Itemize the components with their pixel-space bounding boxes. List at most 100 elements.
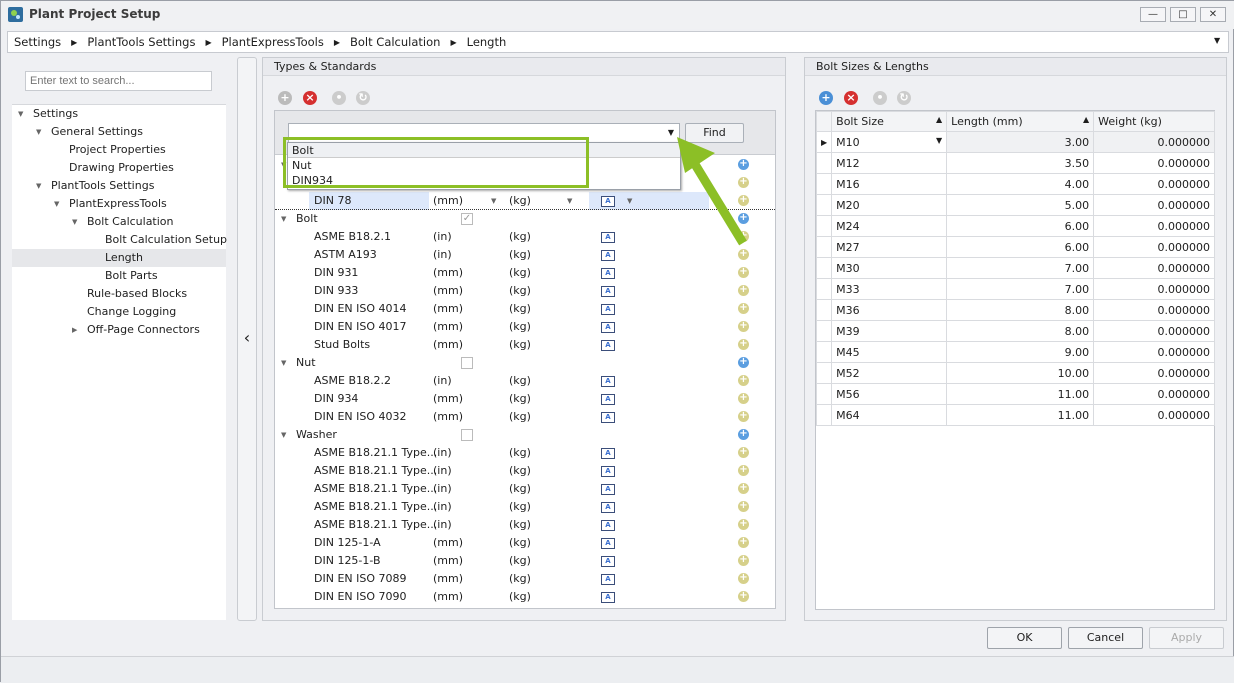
unit-cell[interactable]: (in) (433, 444, 452, 462)
add-size-icon[interactable]: + (738, 267, 749, 278)
table-row[interactable]: M12 3.50 0.000000 (815, 152, 1215, 174)
add-size-icon[interactable]: + (738, 447, 749, 458)
add-item-icon[interactable]: + (738, 429, 749, 440)
text-style-icon[interactable]: A (601, 502, 615, 513)
weight-unit-cell[interactable]: (kg) (509, 192, 531, 210)
standard-row[interactable]: DIN 125-1-B (mm) (kg) A + (275, 552, 775, 570)
weight-cell[interactable]: 0.000000 (1093, 215, 1215, 237)
expand-down-icon[interactable]: ▼ (36, 123, 41, 141)
add-size-icon[interactable]: + (738, 321, 749, 332)
table-row[interactable]: M30 7.00 0.000000 (815, 257, 1215, 279)
table-row[interactable]: M24 6.00 0.000000 (815, 215, 1215, 237)
bolt-size-cell[interactable]: M20 (831, 194, 948, 216)
column-header-length[interactable]: Length (mm) ▲ (946, 111, 1095, 132)
unit-cell[interactable]: (mm) (433, 318, 463, 336)
expand-down-icon[interactable]: ▼ (18, 105, 23, 123)
tree-item[interactable]: Rule-based Blocks (12, 285, 226, 303)
length-cell[interactable]: 3.00 (946, 131, 1095, 153)
breadcrumb-item[interactable]: PlantExpressTools (222, 35, 324, 49)
unit-cell[interactable]: (mm) (433, 300, 463, 318)
weight-unit-cell[interactable]: (kg) (509, 228, 531, 246)
unit-cell[interactable]: (mm) (433, 552, 463, 570)
collapse-panel-button[interactable]: ‹ (237, 57, 257, 621)
expand-down-icon[interactable]: ▼ (72, 213, 77, 231)
weight-cell[interactable]: 0.000000 (1093, 383, 1215, 405)
breadcrumb-item[interactable]: Bolt Calculation (350, 35, 440, 49)
standard-row[interactable]: DIN EN ISO 4017 (mm) (kg) A + (275, 318, 775, 336)
add-size-icon[interactable]: + (738, 537, 749, 548)
bolt-size-cell[interactable]: M56 (831, 383, 948, 405)
add-size-icon[interactable]: + (738, 303, 749, 314)
text-style-icon[interactable]: A (601, 412, 615, 423)
bolt-size-cell[interactable]: M39 (831, 320, 948, 342)
standard-row[interactable]: ASME B18.21.1 Type... (in) (kg) A + (275, 498, 775, 516)
weight-cell[interactable]: 0.000000 (1093, 194, 1215, 216)
delete-icon[interactable]: × (844, 91, 858, 105)
unit-cell[interactable]: (mm) (433, 336, 463, 354)
expand-down-icon[interactable]: ▼ (281, 426, 286, 444)
unit-cell[interactable]: (in) (433, 480, 452, 498)
weight-unit-cell[interactable]: (kg) (509, 480, 531, 498)
weight-cell[interactable]: 0.000000 (1093, 257, 1215, 279)
table-row[interactable]: M16 4.00 0.000000 (815, 173, 1215, 195)
cancel-button[interactable]: Cancel (1068, 627, 1143, 649)
length-cell[interactable]: 10.00 (946, 362, 1095, 384)
text-style-icon[interactable]: A (601, 556, 615, 567)
unit-cell[interactable]: (mm) (433, 408, 463, 426)
column-header-weight[interactable]: Weight (kg) (1093, 111, 1215, 132)
length-cell[interactable]: 11.00 (946, 404, 1095, 426)
weight-cell[interactable]: 0.000000 (1093, 173, 1215, 195)
text-style-icon[interactable]: A (601, 376, 615, 387)
group-row[interactable]: ▼ Nut + (275, 354, 775, 372)
unit-cell[interactable]: (mm) (433, 192, 463, 210)
weight-unit-cell[interactable]: (kg) (509, 552, 531, 570)
dropdown-arrow-icon[interactable]: ▼ (936, 136, 942, 145)
weight-cell[interactable]: 0.000000 (1093, 152, 1215, 174)
bolt-size-cell[interactable]: M30 (831, 257, 948, 279)
weight-unit-cell[interactable]: (kg) (509, 408, 531, 426)
weight-cell[interactable]: 0.000000 (1093, 362, 1215, 384)
add-size-icon[interactable]: + (738, 375, 749, 386)
weight-unit-cell[interactable]: (kg) (509, 444, 531, 462)
length-cell[interactable]: 7.00 (946, 257, 1095, 279)
tree-item[interactable]: Drawing Properties (12, 159, 226, 177)
unit-cell[interactable]: (mm) (433, 390, 463, 408)
expand-down-icon[interactable]: ▼ (54, 195, 59, 213)
text-style-icon[interactable]: A (601, 322, 615, 333)
standard-row[interactable]: ASME B18.21.1 Type... (in) (kg) A + (275, 444, 775, 462)
length-cell[interactable]: 8.00 (946, 299, 1095, 321)
expand-down-icon[interactable]: ▼ (281, 354, 286, 372)
text-style-icon[interactable]: A (601, 592, 615, 603)
tree-item[interactable]: Project Properties (12, 141, 226, 159)
weight-unit-cell[interactable]: (kg) (509, 462, 531, 480)
text-style-icon[interactable]: A (601, 394, 615, 405)
breadcrumb-item[interactable]: PlantTools Settings (87, 35, 195, 49)
length-cell[interactable]: 5.00 (946, 194, 1095, 216)
weight-unit-cell[interactable]: (kg) (509, 570, 531, 588)
standard-row[interactable]: DIN EN ISO 7089 (mm) (kg) A + (275, 570, 775, 588)
standard-row[interactable]: ASME B18.21.1 Type... (in) (kg) A + (275, 516, 775, 534)
unit-cell[interactable]: (in) (433, 516, 452, 534)
table-row[interactable]: M64 11.00 0.000000 (815, 404, 1215, 426)
weight-cell[interactable]: 0.000000 (1093, 278, 1215, 300)
standard-row[interactable]: ASME B18.21.1 Type... (in) (kg) A + (275, 462, 775, 480)
add-size-icon[interactable]: + (738, 501, 749, 512)
unit-cell[interactable]: (mm) (433, 570, 463, 588)
weight-cell[interactable]: 0.000000 (1093, 404, 1215, 426)
breadcrumb-item[interactable]: Length (467, 35, 507, 49)
text-style-icon[interactable]: A (601, 466, 615, 477)
standard-row[interactable]: DIN EN ISO 7090 (mm) (kg) A + (275, 588, 775, 606)
add-item-icon[interactable]: + (738, 357, 749, 368)
tree-item[interactable]: ▼ PlantTools Settings (12, 177, 226, 195)
expand-down-icon[interactable]: ▼ (281, 210, 286, 228)
text-style-icon[interactable]: A (601, 268, 615, 279)
unit-cell[interactable]: (in) (433, 462, 452, 480)
weight-unit-cell[interactable]: (kg) (509, 264, 531, 282)
standard-row[interactable]: DIN 933 (mm) (kg) A + (275, 282, 775, 300)
text-style-icon[interactable]: A (601, 286, 615, 297)
eye-icon[interactable]: • (332, 91, 346, 105)
tree-item[interactable]: Bolt Calculation Setup (12, 231, 227, 249)
maximize-button[interactable]: □ (1170, 7, 1196, 22)
weight-cell[interactable]: 0.000000 (1093, 299, 1215, 321)
standard-row[interactable]: DIN 125-1-A (mm) (kg) A + (275, 534, 775, 552)
